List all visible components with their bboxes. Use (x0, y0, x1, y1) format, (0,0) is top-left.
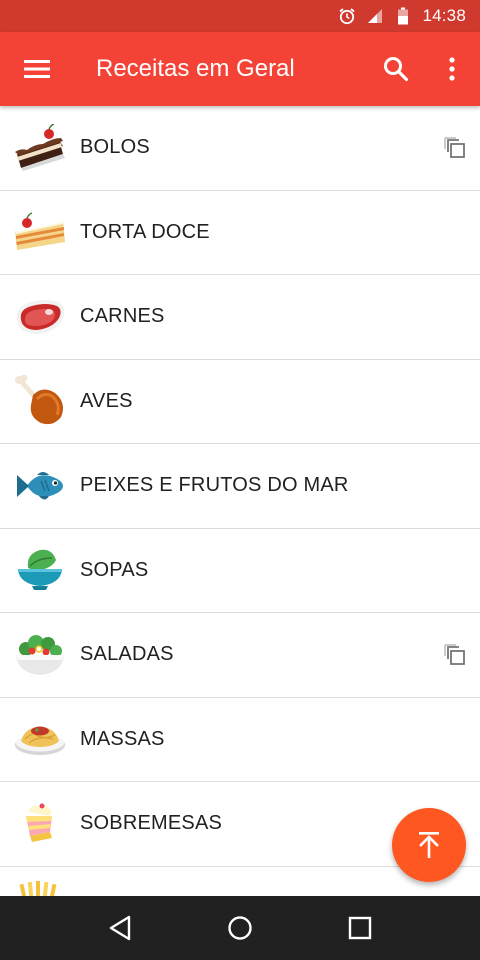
dessert-icon (0, 782, 80, 866)
copy-icon[interactable] (442, 135, 468, 161)
list-item-label: SALADAS (80, 643, 174, 666)
more-options-button[interactable] (424, 32, 480, 106)
system-nav-bar (0, 896, 480, 960)
recents-icon (348, 916, 372, 940)
back-icon (109, 915, 131, 941)
list-item-carnes[interactable]: CARNES (0, 275, 480, 360)
back-button[interactable] (90, 896, 150, 960)
list-item-peixes-e-frutos-do-mar[interactable]: PEIXES E FRUTOS DO MAR (0, 444, 480, 529)
scroll-to-top-icon (419, 832, 439, 858)
list-item-label: AVES (80, 389, 133, 412)
copy-icon[interactable] (442, 642, 468, 668)
soup-icon (0, 528, 80, 612)
salad-icon (0, 613, 80, 697)
list-item-label: BOLOS (80, 136, 150, 159)
home-icon (228, 916, 252, 940)
search-button[interactable] (368, 32, 424, 106)
scroll-to-top-button[interactable] (392, 808, 466, 882)
poultry-leg-icon (0, 359, 80, 443)
home-button[interactable] (210, 896, 270, 960)
menu-button[interactable] (0, 32, 74, 106)
pasta-icon (0, 697, 80, 781)
app-screen: 14:38 Receitas em Geral BOLOS TORTA DOCE… (0, 0, 480, 960)
search-icon (384, 57, 409, 82)
list-item-label: CARNES (80, 305, 165, 328)
signal-icon (366, 7, 384, 25)
app-bar: Receitas em Geral (0, 32, 480, 106)
list-item-label: TORTA DOCE (80, 220, 210, 243)
list-item-label: MASSAS (80, 727, 165, 750)
list-item-sopas[interactable]: SOPAS (0, 528, 480, 613)
list-item-massas[interactable]: MASSAS (0, 697, 480, 782)
list-item-label: PEIXES E FRUTOS DO MAR (80, 474, 349, 497)
status-bar: 14:38 (0, 0, 480, 32)
menu-icon (24, 60, 50, 78)
category-list: BOLOS TORTA DOCE CARNES AVES PEIXES E FR… (0, 106, 480, 896)
torte-icon (0, 190, 80, 274)
list-item-bolos[interactable]: BOLOS (0, 106, 480, 191)
more-vert-icon (449, 57, 455, 81)
status-time: 14:38 (422, 6, 466, 25)
list-item-label: SOPAS (80, 558, 149, 581)
battery-icon (394, 7, 412, 25)
list-item-aves[interactable]: AVES (0, 359, 480, 444)
list-item-saladas[interactable]: SALADAS (0, 613, 480, 698)
list-item-torta-doce[interactable]: TORTA DOCE (0, 190, 480, 275)
page-title: Receitas em Geral (96, 55, 295, 82)
fish-icon (0, 444, 80, 528)
fries-icon (0, 866, 80, 896)
recents-button[interactable] (330, 896, 390, 960)
alarm-icon (338, 7, 356, 25)
list-item-label: SOBREMESAS (80, 812, 223, 835)
cake-icon (0, 106, 80, 190)
meat-icon (0, 275, 80, 359)
